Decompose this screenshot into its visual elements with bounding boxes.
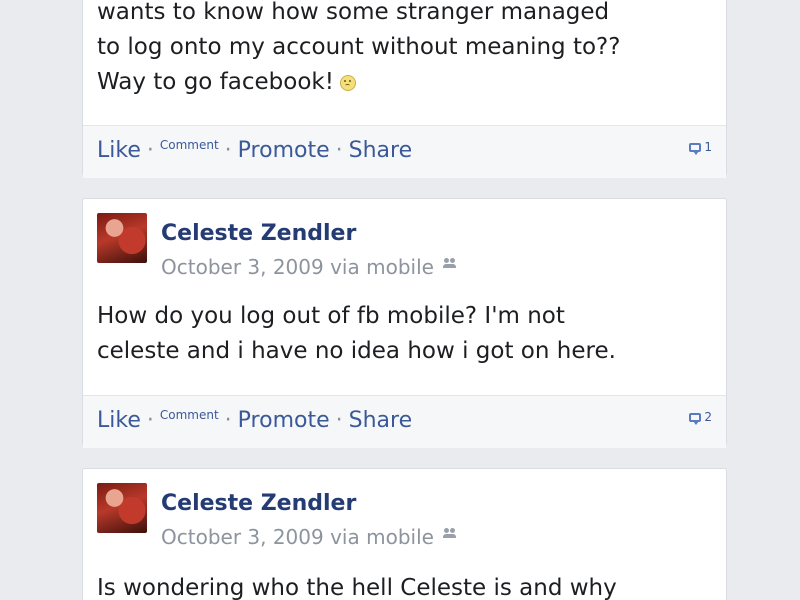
share-link[interactable]: Share: [349, 408, 413, 433]
feed-post: Celeste Zendler October 3, 2009 via mobi…: [82, 468, 727, 600]
post-text-line: wants to know how some stranger managed: [97, 0, 610, 25]
promote-link[interactable]: Promote: [238, 138, 330, 163]
post-text-segment: Way to go facebook!: [97, 69, 334, 95]
post-meta: October 3, 2009 via mobile: [161, 525, 458, 549]
post-text-line: to log onto my account without meaning t…: [97, 34, 621, 60]
post-action-bar: Like · Comment · Promote · Share 2: [83, 395, 726, 448]
author-name-link[interactable]: Celeste Zendler: [161, 221, 356, 246]
post-text-line: Is wondering who the hell Celeste is and…: [97, 575, 617, 600]
post-date: October 3, 2009 via mobile: [161, 525, 434, 549]
post-body: Is wondering who the hell Celeste is and…: [97, 571, 712, 600]
comment-count-button[interactable]: 2: [689, 410, 712, 425]
post-text-line: Way to go facebook!: [97, 65, 712, 100]
feed-post: wants to know how some stranger managed …: [82, 0, 727, 178]
comment-bubble-icon: [689, 142, 702, 155]
like-link[interactable]: Like: [97, 138, 141, 163]
action-separator: ·: [335, 138, 343, 163]
comment-count: 2: [704, 410, 712, 424]
comment-count-button[interactable]: 1: [689, 140, 712, 155]
post-actions: Like · Comment · Promote · Share: [97, 408, 412, 433]
share-link[interactable]: Share: [349, 138, 413, 163]
comment-link[interactable]: Comment: [160, 408, 219, 422]
action-separator: ·: [335, 408, 343, 433]
smiley-icon: [339, 74, 356, 91]
comment-bubble-icon: [689, 412, 702, 425]
avatar[interactable]: [97, 213, 147, 263]
feed-post: Celeste Zendler October 3, 2009 via mobi…: [82, 198, 727, 448]
post-actions: Like · Comment · Promote · Share: [97, 138, 412, 163]
action-separator: ·: [146, 408, 154, 433]
comment-link[interactable]: Comment: [160, 138, 219, 152]
post-action-bar: Like · Comment · Promote · Share 1: [83, 125, 726, 178]
post-date: October 3, 2009 via mobile: [161, 255, 434, 279]
promote-link[interactable]: Promote: [238, 408, 330, 433]
news-feed: wants to know how some stranger managed …: [0, 0, 800, 600]
action-separator: ·: [224, 408, 232, 433]
avatar[interactable]: [97, 483, 147, 533]
post-body: How do you log out of fb mobile? I'm not…: [97, 299, 712, 369]
post-body: wants to know how some stranger managed …: [97, 0, 712, 100]
friends-icon: [442, 528, 458, 540]
action-separator: ·: [146, 138, 154, 163]
post-text-line: celeste and i have no idea how i got on …: [97, 338, 616, 364]
like-link[interactable]: Like: [97, 408, 141, 433]
post-meta: October 3, 2009 via mobile: [161, 255, 458, 279]
author-name-link[interactable]: Celeste Zendler: [161, 491, 356, 516]
action-separator: ·: [224, 138, 232, 163]
friends-icon: [442, 258, 458, 270]
comment-count: 1: [704, 140, 712, 154]
post-text-line: How do you log out of fb mobile? I'm not: [97, 303, 565, 329]
